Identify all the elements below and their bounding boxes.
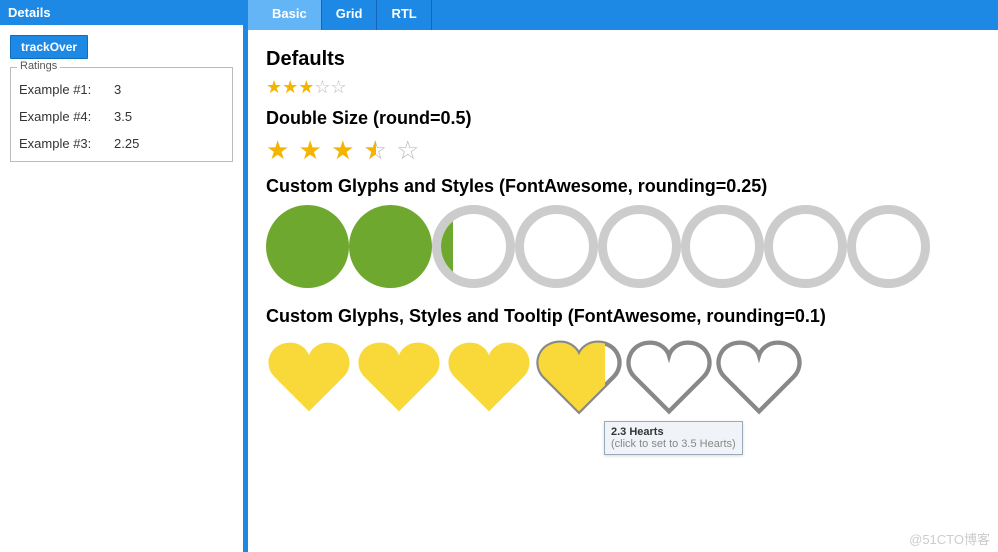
star-icon: ★★★ bbox=[266, 77, 314, 97]
tabbar: Basic Grid RTL bbox=[248, 0, 998, 30]
tab-rtl[interactable]: RTL bbox=[377, 0, 431, 30]
rating-value: 2.25 bbox=[114, 136, 139, 151]
rating-value: 3.5 bbox=[114, 109, 132, 124]
section-title-hearts: Custom Glyphs, Styles and Tooltip (FontA… bbox=[266, 306, 980, 327]
circle-empty-icon bbox=[598, 205, 681, 288]
heart-empty-icon bbox=[626, 337, 712, 417]
rating-value: 3 bbox=[114, 82, 121, 97]
star-empty-icon: ☆ bbox=[388, 135, 421, 165]
heart-empty-icon bbox=[716, 337, 802, 417]
heart-icon bbox=[446, 337, 532, 417]
trackover-button[interactable]: trackOver bbox=[10, 35, 88, 59]
rating-defaults[interactable]: ★★★☆☆ bbox=[266, 77, 980, 98]
star-icon: ★ ★ ★ bbox=[266, 135, 364, 165]
rating-hearts[interactable]: 2.3 Hearts (click to set to 3.5 Hearts) bbox=[266, 337, 980, 417]
circle-empty-icon bbox=[847, 205, 930, 288]
rating-label: Example #1: bbox=[19, 82, 114, 97]
heart-partial-icon bbox=[536, 337, 622, 417]
tooltip-title: 2.3 Hearts bbox=[611, 426, 736, 438]
circle-partial-icon bbox=[432, 205, 515, 288]
star-empty-icon: ☆☆ bbox=[314, 77, 346, 97]
details-panel: Details trackOver Ratings Example #1: 3 … bbox=[0, 0, 248, 552]
section-title-circles: Custom Glyphs and Styles (FontAwesome, r… bbox=[266, 176, 980, 197]
tab-grid[interactable]: Grid bbox=[322, 0, 378, 30]
tab-basic[interactable]: Basic bbox=[258, 0, 322, 30]
heart-icon bbox=[266, 337, 352, 417]
circle-empty-icon bbox=[515, 205, 598, 288]
star-half-icon: ☆★ bbox=[364, 135, 388, 166]
circle-icon bbox=[266, 205, 349, 288]
rating-label: Example #4: bbox=[19, 109, 114, 124]
section-title-defaults: Defaults bbox=[266, 48, 980, 71]
circle-icon bbox=[349, 205, 432, 288]
ratings-legend: Ratings bbox=[17, 60, 60, 72]
rating-double[interactable]: ★ ★ ★ ☆★ ☆ bbox=[266, 135, 420, 166]
rating-label: Example #3: bbox=[19, 136, 114, 151]
circle-empty-icon bbox=[764, 205, 847, 288]
ratings-fieldset: Ratings Example #1: 3 Example #4: 3.5 Ex… bbox=[10, 67, 233, 162]
circle-empty-icon bbox=[681, 205, 764, 288]
rating-row: Example #4: 3.5 bbox=[17, 103, 226, 130]
content-area: Defaults ★★★☆☆ Double Size (round=0.5) ★… bbox=[248, 30, 998, 552]
rating-row: Example #3: 2.25 bbox=[17, 130, 226, 157]
hearts-tooltip: 2.3 Hearts (click to set to 3.5 Hearts) bbox=[604, 421, 743, 455]
rating-row: Example #1: 3 bbox=[17, 76, 226, 103]
details-header: Details bbox=[0, 0, 243, 25]
tooltip-subtitle: (click to set to 3.5 Hearts) bbox=[611, 438, 736, 450]
rating-circles[interactable] bbox=[266, 205, 980, 288]
section-title-double: Double Size (round=0.5) bbox=[266, 108, 980, 129]
watermark: @51CTO博客 bbox=[909, 529, 990, 548]
heart-icon bbox=[356, 337, 442, 417]
